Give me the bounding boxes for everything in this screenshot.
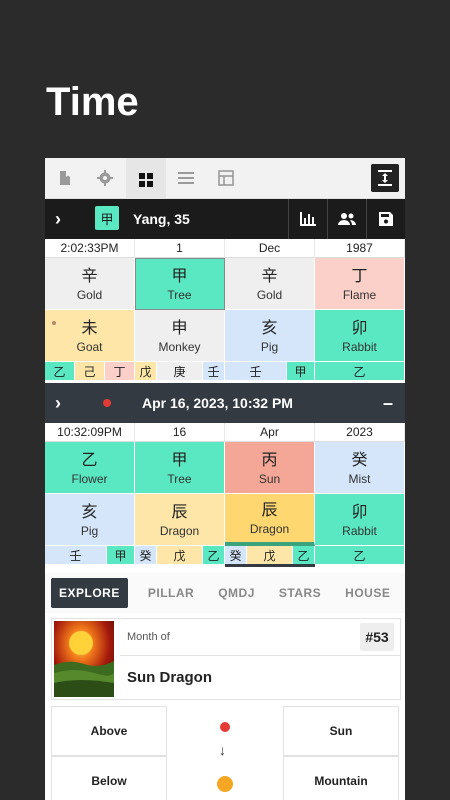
day-master-badge[interactable]: 甲: [95, 206, 119, 230]
hexagram-number: #53: [360, 623, 394, 651]
month-stem[interactable]: 丙 Sun: [225, 442, 315, 494]
upper-trigram-name: Sun: [283, 706, 399, 756]
year-branch[interactable]: 卯 Rabbit: [315, 310, 405, 362]
day-branch[interactable]: 申 Monkey: [135, 310, 225, 362]
hidden-stems: 乙 己 丁: [45, 362, 135, 380]
hour-branch[interactable]: 未 Goat: [45, 310, 135, 362]
toolbar: [45, 158, 405, 201]
record-dot-icon: [103, 399, 111, 407]
chart2-datetime[interactable]: Apr 16, 2023, 10:32 PM: [142, 383, 293, 423]
day-header: 16: [135, 423, 225, 442]
chevron-right-icon[interactable]: ›: [55, 383, 61, 423]
tab-stars[interactable]: STARS: [279, 586, 321, 600]
hour-stem[interactable]: 乙 Flower: [45, 442, 135, 494]
hidden-stems: 乙: [315, 362, 405, 380]
hidden-stems: 癸 戊 乙: [135, 546, 225, 564]
hour-stem[interactable]: 辛 Gold: [45, 258, 135, 310]
expand-icon[interactable]: [371, 164, 399, 192]
book-icon[interactable]: [45, 158, 85, 198]
bar-chart-icon[interactable]: [288, 199, 327, 239]
below-label: Below: [51, 756, 167, 800]
tab-house[interactable]: HOUSE: [345, 586, 390, 600]
tab-qmdj[interactable]: QMDJ: [218, 586, 255, 600]
tab-explore[interactable]: EXPLORE: [51, 578, 128, 608]
day-header: 1: [135, 239, 225, 258]
hour-branch[interactable]: 亥 Pig: [45, 494, 135, 546]
hour-header: 2:02:33PM: [45, 239, 135, 258]
chart2-grid: 10:32:09PM 16 Apr 2023 乙 Flower 甲 Tree 丙 Su…: [45, 423, 405, 567]
tab-pillar[interactable]: PILLAR: [148, 586, 194, 600]
hidden-stems: 壬 甲: [45, 546, 135, 564]
lower-trigram-dot-icon: [217, 776, 233, 792]
chart1-grid: 2:02:33PM 1 Dec 1987 辛 Gold 甲 Tree 辛 Gold 丁…: [45, 239, 405, 380]
year-stem[interactable]: 丁 Flame: [315, 258, 405, 310]
month-branch[interactable]: 亥 Pig: [225, 310, 315, 362]
card-label: Month of: [127, 631, 170, 643]
year-branch[interactable]: 卯 Rabbit: [315, 494, 405, 546]
collapse-icon[interactable]: –: [383, 383, 393, 423]
month-branch[interactable]: 辰 Dragon: [225, 494, 315, 546]
month-stem[interactable]: 辛 Gold: [225, 258, 315, 310]
year-header: 2023: [315, 423, 405, 442]
year-header: 1987: [315, 239, 405, 258]
hidden-stems: 壬 甲: [225, 362, 315, 380]
day-stem[interactable]: 甲 Tree: [135, 258, 225, 310]
people-icon[interactable]: [327, 199, 366, 239]
month-header: Apr: [225, 423, 315, 442]
app-screen: › 甲 Yang, 35 2:02:33PM 1 Dec 1987 辛 Gold …: [45, 158, 405, 800]
chart1-header-bar: › 甲 Yang, 35: [45, 199, 405, 239]
hidden-stems: 乙: [315, 546, 405, 564]
trigram-indicator: ↓: [167, 706, 283, 800]
chevron-right-icon[interactable]: ›: [55, 199, 61, 239]
above-label: Above: [51, 706, 167, 756]
lower-trigram-name: Mountain: [283, 756, 399, 800]
gear-icon[interactable]: [85, 158, 125, 198]
grid-icon[interactable]: [126, 158, 166, 201]
chart2-header-bar: › Apr 16, 2023, 10:32 PM –: [45, 383, 405, 423]
upper-trigram-dot-icon: [220, 722, 230, 732]
hexagram-name: Sun Dragon: [127, 669, 212, 686]
hidden-stems: 戊 庚 壬: [135, 362, 225, 380]
table-icon[interactable]: [206, 158, 246, 198]
hidden-stems: 癸 戊 乙: [225, 546, 315, 567]
month-header: Dec: [225, 239, 315, 258]
relation-table: Above Below ↓ Sun Mountain: [51, 706, 399, 800]
year-stem[interactable]: 癸 Mist: [315, 442, 405, 494]
save-icon[interactable]: [366, 199, 405, 239]
chart1-label: Yang, 35: [133, 211, 190, 227]
hexagram-card[interactable]: Month of #53 Sun Dragon: [51, 618, 401, 700]
divider: [120, 655, 400, 656]
sun-landscape-image: [54, 621, 114, 697]
list-icon[interactable]: [166, 158, 206, 198]
page-title: Time: [46, 80, 139, 124]
day-branch[interactable]: 辰 Dragon: [135, 494, 225, 546]
marker-dot: [52, 321, 56, 325]
day-stem[interactable]: 甲 Tree: [135, 442, 225, 494]
hour-header: 10:32:09PM: [45, 423, 135, 442]
explore-tabs: EXPLORE PILLAR QMDJ STARS HOUSE: [45, 573, 405, 613]
arrow-down-icon: ↓: [219, 742, 226, 758]
